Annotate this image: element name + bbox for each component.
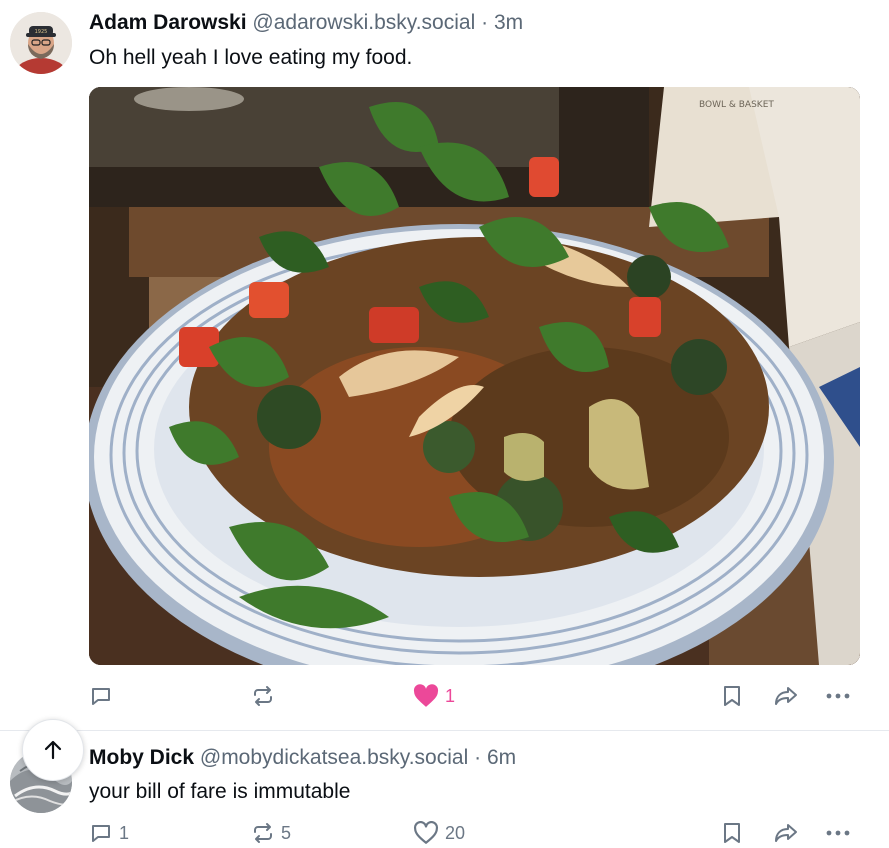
post-header: Moby Dick @mobydickatsea.bsky.social · 6… bbox=[89, 745, 516, 771]
heart-icon bbox=[413, 684, 439, 707]
bookmark-icon bbox=[724, 823, 740, 843]
more-icon bbox=[826, 693, 850, 699]
share-icon bbox=[775, 824, 797, 842]
more-icon bbox=[826, 830, 850, 836]
repost-icon bbox=[254, 823, 272, 843]
share-button[interactable] bbox=[773, 681, 799, 711]
heart-icon bbox=[414, 821, 438, 844]
share-icon bbox=[775, 687, 797, 705]
more-button[interactable] bbox=[825, 681, 851, 711]
post-actions: 1 5 20 bbox=[89, 818, 860, 848]
repost-button[interactable] bbox=[251, 681, 281, 711]
avatar[interactable]: 1925 bbox=[10, 12, 72, 74]
reply-icon bbox=[92, 688, 110, 705]
share-button[interactable] bbox=[773, 818, 799, 848]
post-text: your bill of fare is immutable bbox=[89, 780, 351, 803]
like-count: 1 bbox=[445, 685, 456, 706]
post-image[interactable]: BOWL & BASKET bbox=[89, 87, 860, 665]
post-actions: 1 bbox=[89, 681, 860, 711]
bookmark-icon bbox=[724, 686, 740, 706]
author-name[interactable]: Moby Dick bbox=[89, 746, 194, 769]
post-header: Adam Darowski @adarowski.bsky.social · 3… bbox=[89, 10, 523, 36]
post-time[interactable]: 3m bbox=[494, 11, 523, 34]
post-time[interactable]: 6m bbox=[487, 746, 516, 769]
post-moby-dick[interactable]: Moby Dick @mobydickatsea.bsky.social · 6… bbox=[0, 719, 889, 848]
repost-count: 5 bbox=[281, 822, 292, 843]
arrow-up-icon bbox=[44, 740, 62, 760]
post-adam-darowski[interactable]: 1925 Adam Darowski @adarowski.bsky.socia… bbox=[0, 0, 889, 730]
post-text: Oh hell yeah I love eating my food. bbox=[89, 46, 413, 69]
reply-button[interactable]: 1 bbox=[89, 818, 129, 848]
like-button[interactable]: 20 bbox=[413, 818, 465, 848]
more-button[interactable] bbox=[825, 818, 851, 848]
author-handle[interactable]: @adarowski.bsky.social bbox=[252, 11, 475, 34]
bookmark-button[interactable] bbox=[721, 818, 743, 848]
scroll-to-top-button[interactable] bbox=[22, 719, 84, 781]
repost-icon bbox=[254, 686, 272, 706]
author-handle[interactable]: @mobydickatsea.bsky.social bbox=[200, 746, 468, 769]
separator-dot: · bbox=[474, 746, 482, 769]
like-count: 20 bbox=[445, 822, 466, 843]
svg-text:BOWL & BASKET: BOWL & BASKET bbox=[699, 100, 774, 110]
author-name[interactable]: Adam Darowski bbox=[89, 11, 247, 34]
svg-text:1925: 1925 bbox=[35, 29, 48, 35]
repost-button[interactable]: 5 bbox=[251, 818, 291, 848]
reply-count: 1 bbox=[119, 822, 130, 843]
reply-button[interactable] bbox=[89, 681, 119, 711]
like-button[interactable]: 1 bbox=[413, 681, 455, 711]
separator-dot: · bbox=[481, 11, 489, 34]
reply-icon bbox=[92, 825, 110, 842]
bookmark-button[interactable] bbox=[721, 681, 743, 711]
